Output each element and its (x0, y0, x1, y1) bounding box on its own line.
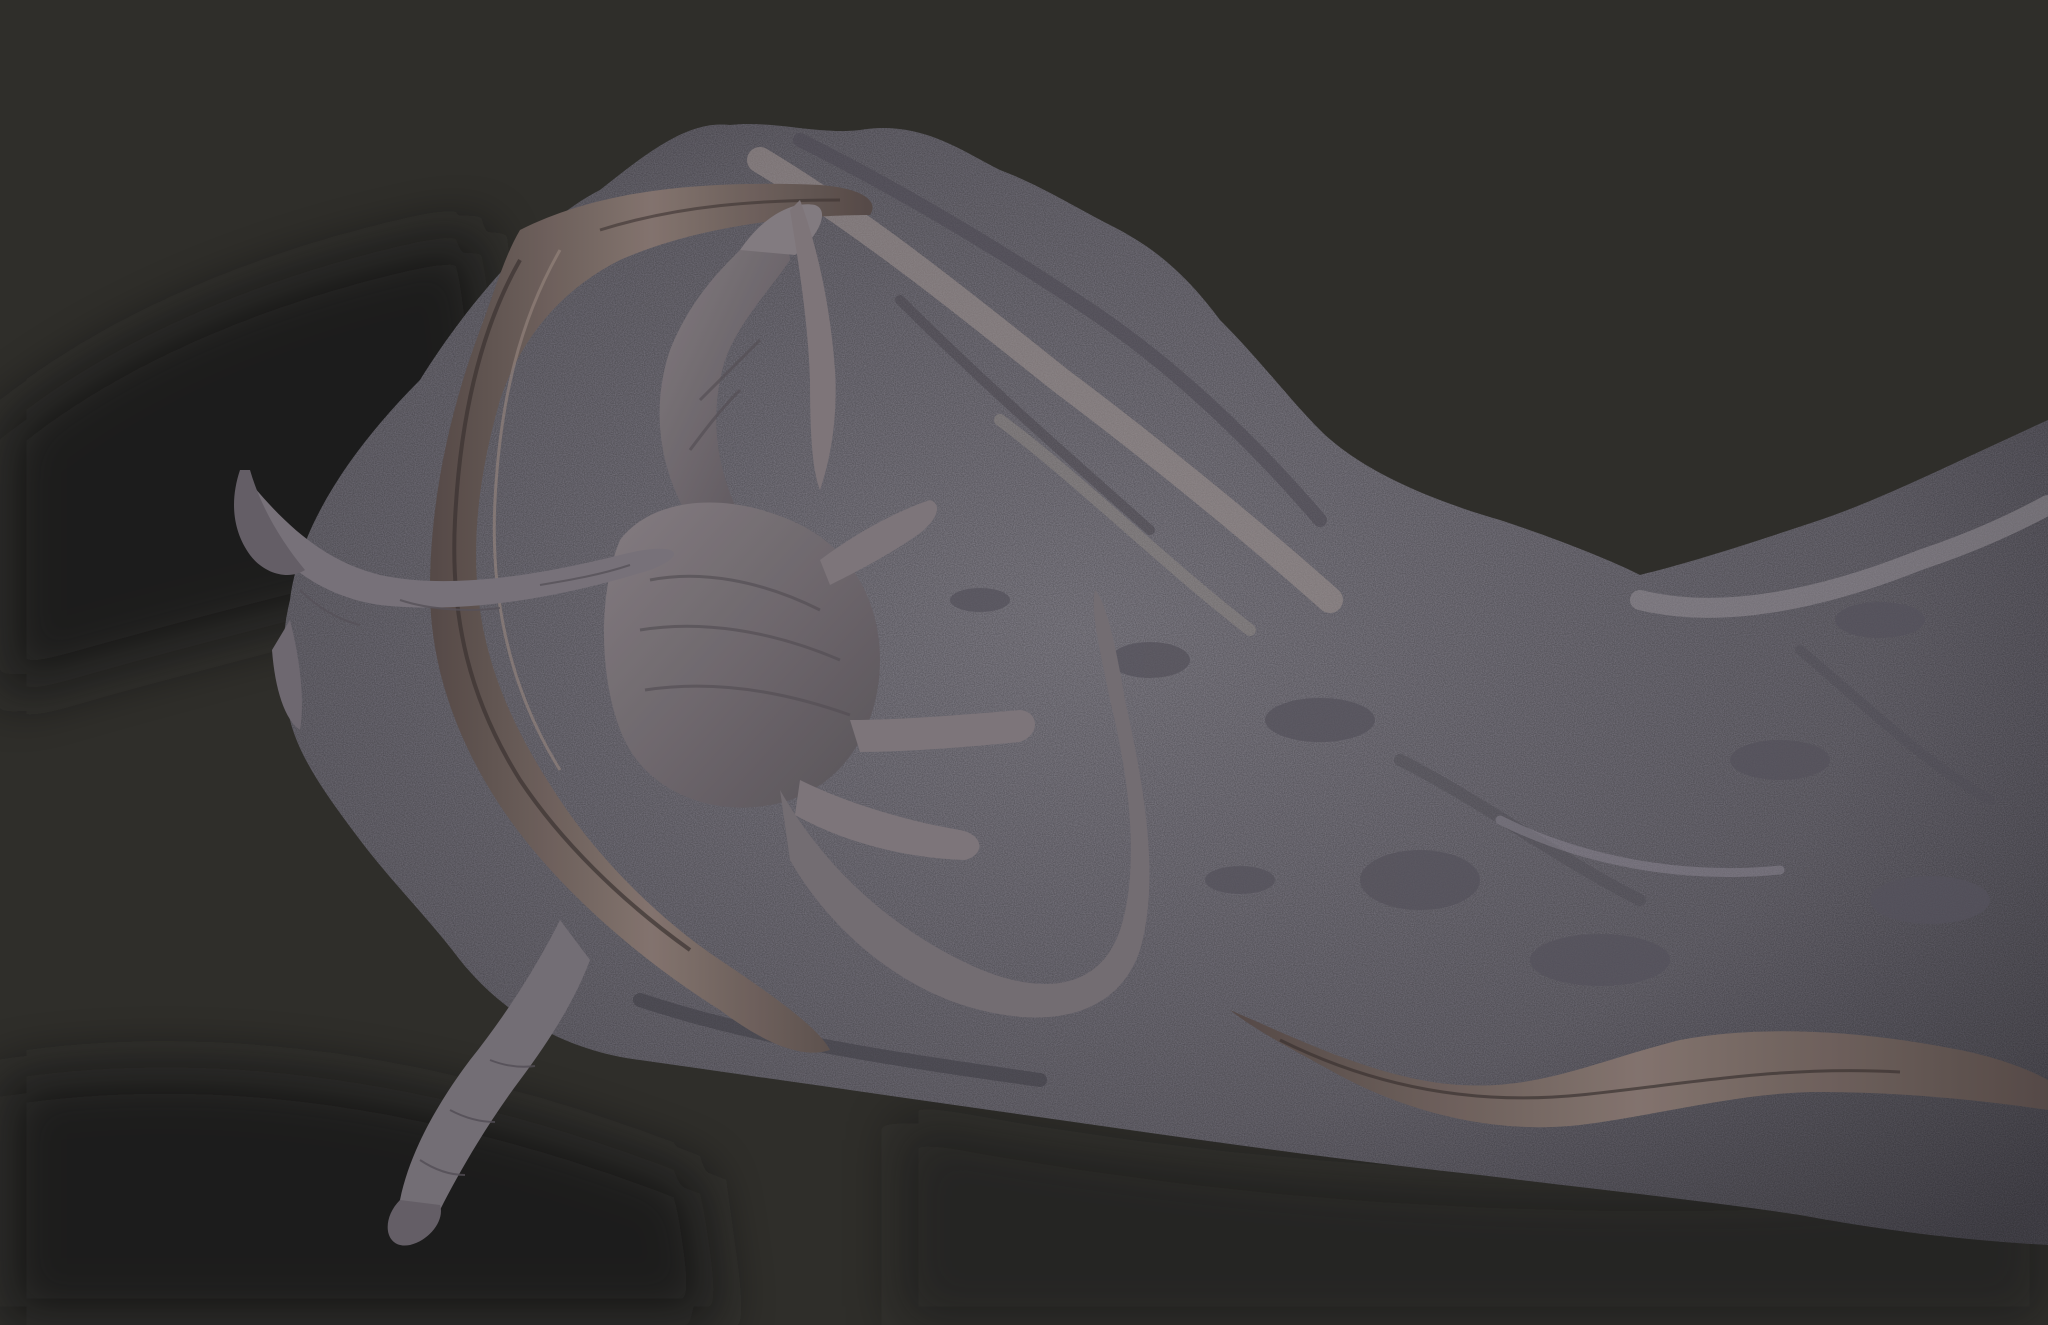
diorama-illustration (0, 0, 2048, 1325)
diorama-scene (0, 0, 2048, 1325)
vignette (0, 0, 2048, 1325)
